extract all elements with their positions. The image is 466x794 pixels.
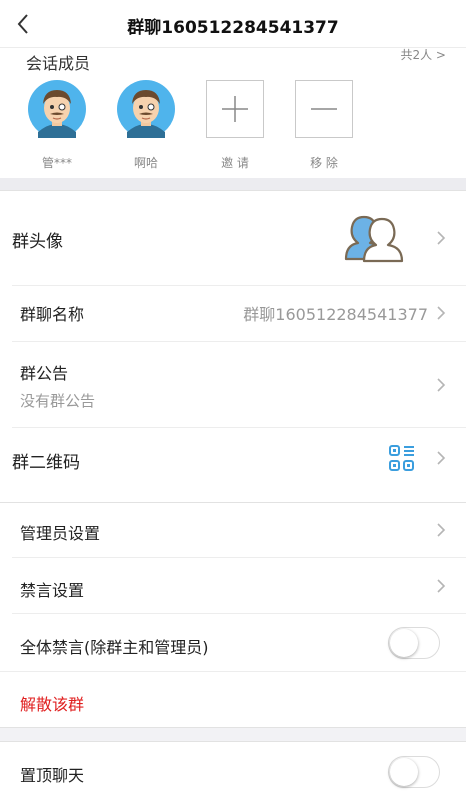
pin-chat-toggle[interactable] (388, 756, 440, 788)
group-avatar-icon (344, 215, 404, 263)
plus-icon (206, 80, 264, 138)
member-name: 啊哈 (133, 156, 158, 170)
group-avatar-label: 群头像 (12, 232, 63, 252)
dissolve-group-label: 解散该群 (20, 695, 85, 714)
pin-chat-row: 置顶聊天 (0, 742, 466, 794)
members-count-link[interactable]: 共2人 > (400, 46, 446, 63)
member-item[interactable]: 管*** (22, 80, 92, 171)
chevron-right-icon (437, 579, 446, 593)
group-name-value: 群聊160512284541377 (243, 305, 428, 324)
chevron-right-icon (437, 306, 446, 320)
chevron-right-icon (437, 231, 446, 245)
announcement-label: 群公告 (20, 364, 69, 383)
navbar: 群聊160512284541377 (0, 0, 466, 48)
qr-label: 群二维码 (12, 453, 80, 473)
mute-all-row: 全体禁言(除群主和管理员) (0, 614, 466, 671)
invite-button[interactable]: 邀 请 (200, 80, 270, 171)
group-qr-row[interactable]: 群二维码 (0, 428, 466, 488)
chevron-right-icon (437, 523, 446, 537)
mute-all-label: 全体禁言(除群主和管理员) (20, 638, 209, 657)
member-name: 管*** (41, 156, 72, 170)
announcement-value: 没有群公告 (20, 392, 96, 410)
invite-label: 邀 请 (221, 156, 249, 170)
page-title: 群聊160512284541377 (127, 18, 339, 38)
group-name-label: 群聊名称 (20, 305, 85, 324)
admin-settings-label: 管理员设置 (20, 524, 101, 543)
toggle-knob (390, 629, 418, 657)
member-avatar (117, 80, 175, 138)
members-title: 会话成员 (26, 54, 91, 73)
mute-settings-label: 禁言设置 (20, 581, 85, 600)
remove-button[interactable]: 移 除 (289, 80, 359, 171)
admin-settings-row[interactable]: 管理员设置 (0, 503, 466, 557)
dissolve-group-row[interactable]: 解散该群 (0, 672, 466, 728)
members-section: 会话成员 共2人 > 管*** 啊哈 邀 请 移 除 (0, 48, 466, 178)
group-name-row[interactable]: 群聊名称 群聊160512284541377 (0, 286, 466, 340)
group-avatar-row[interactable]: 群头像 (0, 191, 466, 285)
admin-settings-section: 管理员设置 禁言设置 全体禁言(除群主和管理员) 解散该群 (0, 502, 466, 728)
pin-chat-label: 置顶聊天 (20, 766, 85, 785)
chevron-right-icon (437, 451, 446, 465)
toggle-knob (390, 758, 418, 786)
group-announcement-row[interactable]: 群公告 没有群公告 (0, 342, 466, 427)
qr-code-icon (389, 445, 414, 471)
section-separator (0, 178, 466, 190)
member-avatar (28, 80, 86, 138)
chat-options-section: 置顶聊天 (0, 741, 466, 794)
minus-icon (295, 80, 353, 138)
mute-settings-row[interactable]: 禁言设置 (0, 558, 466, 613)
remove-label: 移 除 (310, 156, 338, 170)
group-settings-section: 群头像 群聊名称 群聊160512284541377 群公告 没有群公告 群二维… (0, 190, 466, 502)
member-item[interactable]: 啊哈 (111, 80, 181, 171)
chevron-right-icon (437, 378, 446, 392)
mute-all-toggle[interactable] (388, 627, 440, 659)
